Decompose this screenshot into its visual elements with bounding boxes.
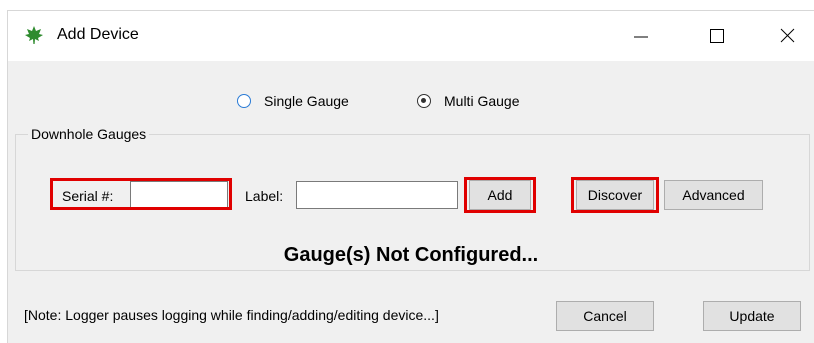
cancel-button[interactable]: Cancel (556, 301, 654, 331)
title-bar: Add Device (8, 11, 814, 61)
minimize-button[interactable] (605, 11, 675, 61)
single-gauge-label[interactable]: Single Gauge (264, 93, 349, 109)
single-gauge-radio[interactable] (237, 94, 251, 108)
add-device-window: Add Device Single Gauge Multi Gauge Down… (7, 10, 814, 343)
multi-gauge-label[interactable]: Multi Gauge (444, 93, 519, 109)
window-title: Add Device (57, 26, 139, 43)
minimize-icon (634, 36, 648, 38)
label-input[interactable] (296, 181, 458, 209)
gauge-status-text: Gauge(s) Not Configured... (283, 244, 539, 266)
leaf-icon (24, 25, 44, 45)
close-button[interactable] (751, 11, 814, 61)
multi-gauge-radio[interactable] (417, 94, 431, 108)
discover-button[interactable]: Discover (576, 180, 654, 210)
mode-selector: Single Gauge Multi Gauge (8, 91, 814, 115)
maximize-icon (710, 29, 724, 43)
advanced-button[interactable]: Advanced (664, 180, 763, 210)
logging-note: [Note: Logger pauses logging while findi… (24, 307, 439, 323)
label-label: Label: (245, 188, 284, 204)
serial-label: Serial #: (62, 188, 114, 204)
group-title: Downhole Gauges (28, 126, 150, 142)
add-button[interactable]: Add (469, 180, 531, 210)
serial-input[interactable] (130, 181, 228, 209)
maximize-button[interactable] (681, 11, 751, 61)
update-button[interactable]: Update (703, 301, 801, 331)
close-icon (780, 28, 795, 43)
